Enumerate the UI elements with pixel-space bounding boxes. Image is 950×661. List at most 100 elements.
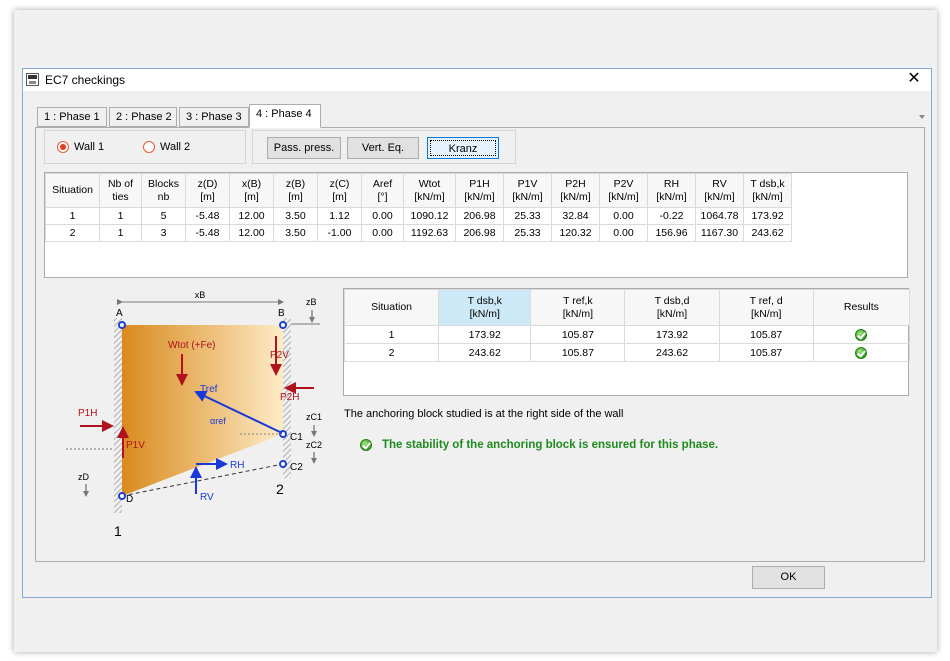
table-cell: 1 [99,224,142,242]
table-cell: 173.92 [624,325,720,344]
pass-press-button[interactable]: Pass. press. [267,137,341,159]
table-cell: 173.92 [438,325,532,344]
results-col-header: T ref, d [kN/m] [718,289,814,326]
check-buttons-group: Pass. press. Vert. Eq. Kranz [252,130,516,164]
results-col-header: T ref,k [kN/m] [530,289,626,326]
check-icon [855,328,868,341]
node-b-label: B [278,308,285,319]
main-col-header: Nb of ties [99,173,142,208]
c1-label: C1 [290,432,303,443]
main-results-grid[interactable]: Situation Nb of ties Blocks nb z(D) [m] x(B) [m]… [44,172,908,278]
vert-eq-button[interactable]: Vert. Eq. [347,137,419,159]
table-row[interactable]: 2 243.62 105.87 243.62 105.87 [343,343,911,362]
results-table-header: Situation T dsb,k [kN/m] T ref,k [kN/m] T dsb… [343,289,911,326]
table-cell: 105.87 [530,325,626,344]
result-cell [812,325,911,344]
tab-phase-2[interactable]: 2 : Phase 2 [109,107,177,127]
rh-label: RH [230,460,244,471]
table-row[interactable]: 1 173.92 105.87 173.92 105.87 [343,325,911,344]
header-line-1: P1V [517,177,538,190]
table-cell: 5 [141,207,186,225]
header-line-2: [kN/m] [656,190,687,203]
header-line-1: P2H [565,177,586,190]
table-cell: 0.00 [361,224,404,242]
header-line-2: [kN/m] [464,190,495,203]
table-cell: 1 [99,207,142,225]
tab-phase-4[interactable]: 4 : Phase 4 [249,104,321,128]
radio-checked-icon [57,141,69,153]
header-line-2: ties [112,190,129,203]
results-table-body: 1 173.92 105.87 173.92 105.87 2 243.62 105.87 24… [343,325,911,362]
main-col-header: P2V [kN/m] [599,173,648,208]
header-line-1: T dsb,k [750,177,785,190]
main-col-header: T dsb,k [kN/m] [743,173,792,208]
p2v-label: P2V [270,350,289,361]
table-cell: 105.87 [530,343,626,362]
ok-button[interactable]: OK [752,566,825,589]
node-a [118,321,126,329]
table-cell: 12.00 [229,224,274,242]
table-cell: 156.96 [647,224,696,242]
stability-message: The stability of the anchoring block is … [382,439,719,451]
header-line-2: [kN/m] [608,190,639,203]
tab-scroll-icon[interactable] [919,115,925,119]
table-cell: 173.92 [743,207,792,225]
p1v-label: P1V [126,440,145,451]
p2h-label: P2H [280,392,299,403]
table-row[interactable]: 1 1 5 -5.48 12.00 3.50 1.12 0.00 1090.12 206.98 25… [45,207,792,225]
table-cell: 1064.78 [695,207,744,225]
header-line-2: [m] [200,190,215,203]
wall-2-radio[interactable]: Wall 2 [143,141,190,153]
tab-panel: Wall 1 Wall 2 Pass. press. Vert. Eq. Kra… [35,127,925,562]
ec7-dialog: EC7 checkings ✕ 1 : Phase 1 2 : Phase 2 … [22,68,932,598]
table-cell: 3.50 [273,207,318,225]
wtot-label: Wtot (+Fe) [168,340,216,351]
header-line-1: T dsb,k [467,294,502,307]
table-row[interactable]: 2 1 3 -5.48 12.00 3.50 -1.00 0.00 1192.63 206.98 2… [45,224,792,242]
main-col-header: x(B) [m] [229,173,274,208]
table-cell: 1 [45,207,100,225]
wall-1-radio[interactable]: Wall 1 [57,141,104,153]
close-icon[interactable]: ✕ [905,70,923,88]
result-cell [812,343,911,362]
main-table-header: Situation Nb of ties Blocks nb z(D) [m] x(B) [m]… [45,173,792,208]
table-cell: 3 [141,224,186,242]
wall-2-label: Wall 2 [160,141,191,153]
table-cell: -5.48 [185,207,230,225]
header-line-1: z(D) [197,177,218,190]
header-line-2: [°] [377,190,388,203]
tab-phase-3[interactable]: 3 : Phase 3 [179,107,249,127]
table-cell: 0.00 [599,224,648,242]
table-cell: 1 [343,325,440,344]
alpha-label: αref [210,416,226,426]
header-line-1: Situation [52,184,93,196]
main-col-header: z(B) [m] [273,173,318,208]
check-icon [360,439,372,451]
header-line-2: [kN/m] [704,190,735,203]
header-line-1: Aref [372,177,393,190]
main-col-header: RH [kN/m] [647,173,696,208]
header-line-1: z(C) [329,177,350,190]
header-line-2: [kN/m] [562,307,594,320]
zc2-label: zC2 [306,440,322,450]
rv-label: RV [200,492,214,503]
kranz-button[interactable]: Kranz [427,137,499,159]
wall-1-shape [114,318,122,513]
wall-1-number: 1 [114,523,122,539]
main-col-header: z(C) [m] [317,173,362,208]
results-col-header: T dsb,d [kN/m] [624,289,720,326]
results-col-header: T dsb,k [kN/m] [438,289,532,326]
node-a-label: A [116,308,123,319]
header-line-2: [m] [244,190,259,203]
main-col-header: Aref [°] [361,173,404,208]
zb-label: zB [306,297,317,307]
table-cell: 105.87 [718,325,814,344]
diagram-svg: xB zB A B Wtot (+Fe) P2V P2H P1H P1V Tre… [66,290,322,539]
main-col-header: P1H [kN/m] [455,173,504,208]
header-line-1: T dsb,d [654,294,690,307]
main-col-header: Wtot [kN/m] [403,173,456,208]
tab-phase-1[interactable]: 1 : Phase 1 [37,107,107,127]
results-grid[interactable]: Situation T dsb,k [kN/m] T ref,k [kN/m] T dsb… [343,288,911,396]
header-line-2: [kN/m] [751,307,782,320]
table-cell: -5.48 [185,224,230,242]
